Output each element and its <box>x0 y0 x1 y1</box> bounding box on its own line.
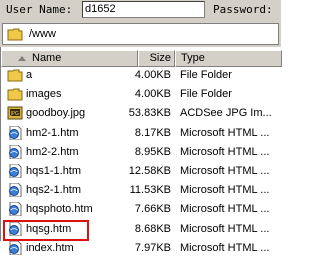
file-type: File Folder <box>180 88 232 100</box>
file-name: hm2-2.htm <box>26 146 79 158</box>
folder-icon <box>7 87 23 101</box>
password-label: Password: <box>213 3 273 16</box>
file-type: Microsoft HTML ... <box>180 165 270 177</box>
html-file-icon <box>7 125 23 141</box>
file-type: File Folder <box>180 69 232 81</box>
folder-icon <box>7 27 23 44</box>
html-file-icon <box>7 144 23 160</box>
file-row[interactable]: hqs1-1.htm 12.58KB Microsoft HTML ... <box>0 163 281 180</box>
column-header-type[interactable]: Type <box>175 50 282 67</box>
file-name: images <box>26 88 62 100</box>
file-type: Microsoft HTML ... <box>180 146 270 158</box>
file-name: index.htm <box>26 242 74 254</box>
highlight-box <box>3 220 89 241</box>
file-name: hqs2-1.htm <box>26 184 82 196</box>
file-name: goodboy.jpg <box>26 107 86 119</box>
file-row[interactable]: hqs2-1.htm 11.53KB Microsoft HTML ... <box>0 182 281 199</box>
folder-icon <box>7 68 23 82</box>
column-header-size[interactable]: Size <box>138 50 175 67</box>
file-name: hqs1-1.htm <box>26 165 82 177</box>
file-type: Microsoft HTML ... <box>180 184 270 196</box>
column-name-label: Name <box>32 52 62 64</box>
path-input[interactable]: /www <box>2 23 279 45</box>
file-size: 7.97KB <box>134 242 171 254</box>
file-row[interactable]: JPG goodboy.jpg 53.83KB ACDSee JPG Im... <box>0 105 281 122</box>
path-bar: /www <box>0 22 281 47</box>
file-type: ACDSee JPG Im... <box>180 107 272 119</box>
html-file-icon <box>7 182 23 198</box>
sort-ascending-icon <box>18 56 26 61</box>
file-type: Microsoft HTML ... <box>180 203 270 215</box>
column-header-name[interactable]: Name <box>1 50 138 67</box>
file-name: hqsphoto.htm <box>26 203 93 215</box>
file-size: 11.53KB <box>129 184 171 196</box>
file-row[interactable]: index.htm 7.97KB Microsoft HTML ... <box>0 240 281 257</box>
file-size: 8.68KB <box>134 223 171 235</box>
image-file-icon: JPG <box>7 106 23 120</box>
svg-text:JPG: JPG <box>10 111 19 117</box>
html-file-icon <box>7 240 23 256</box>
file-row[interactable]: images 4.00KB File Folder <box>0 86 281 103</box>
file-type: Microsoft HTML ... <box>180 223 270 235</box>
file-size: 8.95KB <box>134 146 171 158</box>
file-row[interactable]: a 4.00KB File Folder <box>0 67 281 84</box>
file-size: 8.17KB <box>134 127 171 139</box>
user-name-label: User Name: <box>6 3 73 16</box>
file-name: a <box>26 69 33 81</box>
file-size: 4.00KB <box>134 69 171 81</box>
file-type: Microsoft HTML ... <box>180 127 270 139</box>
file-row[interactable]: hm2-2.htm 8.95KB Microsoft HTML ... <box>0 144 281 161</box>
file-row[interactable]: hm2-1.htm 8.17KB Microsoft HTML ... <box>0 125 281 142</box>
file-type: Microsoft HTML ... <box>180 242 270 254</box>
html-file-icon <box>7 201 23 217</box>
file-row[interactable]: hqsphoto.htm 7.66KB Microsoft HTML ... <box>0 201 281 218</box>
column-size-label: Size <box>149 52 171 64</box>
file-size: 7.66KB <box>134 203 171 215</box>
file-name: hm2-1.htm <box>26 127 79 139</box>
file-size: 4.00KB <box>134 88 171 100</box>
html-file-icon <box>7 163 23 179</box>
file-size: 12.58KB <box>128 165 171 177</box>
login-bar: User Name: d1652 Password: <box>0 0 281 22</box>
list-header: Name Size Type <box>1 50 282 67</box>
column-type-label: Type <box>181 52 205 64</box>
file-size: 53.83KB <box>128 107 171 119</box>
user-name-input[interactable]: d1652 <box>82 1 205 18</box>
path-text: /www <box>29 28 56 40</box>
